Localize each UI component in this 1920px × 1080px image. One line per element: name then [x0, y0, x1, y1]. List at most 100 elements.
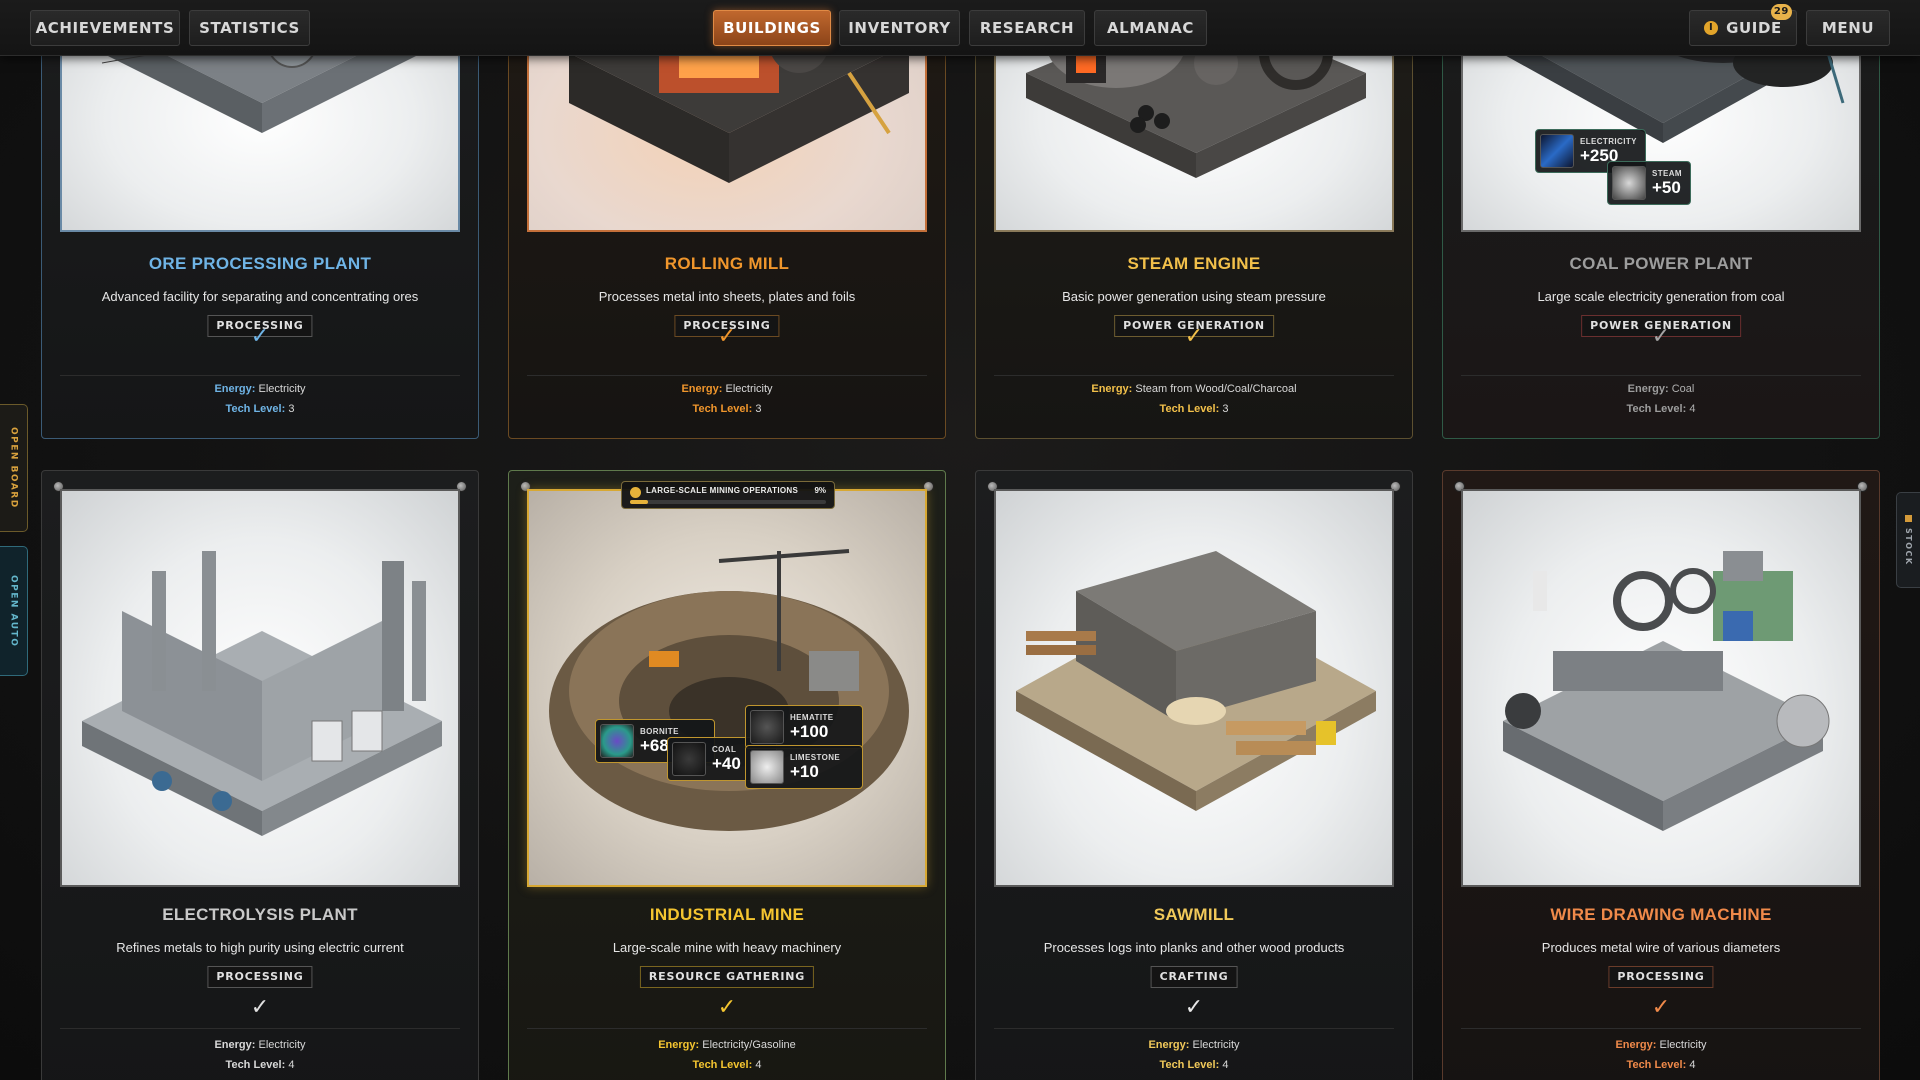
- building-card-steam-engine[interactable]: STEAM ENGINE Basic power generation usin…: [975, 0, 1413, 439]
- building-title: ROLLING MILL: [664, 254, 790, 273]
- guide-button[interactable]: i GUIDE 29: [1689, 4, 1797, 46]
- tech-level-info: Tech Level: 4: [1626, 1059, 1696, 1071]
- info-icon: i: [1704, 21, 1719, 35]
- energy-info: Energy: Coal: [1627, 383, 1695, 395]
- achievements-button[interactable]: ACHIEVEMENTS: [30, 10, 180, 46]
- resource-label: COAL: [712, 744, 737, 754]
- divider: [994, 1028, 1394, 1029]
- divider: [1461, 1028, 1861, 1029]
- building-card-electrolysis-plant[interactable]: ELECTROLYSIS PLANT Refines metals to hig…: [41, 470, 479, 1080]
- hematite-icon: [750, 710, 784, 744]
- building-title: ORE PROCESSING PLANT: [148, 254, 372, 273]
- statistics-button[interactable]: STATISTICS: [189, 10, 310, 46]
- tech-level-info: Tech Level: 3: [692, 403, 762, 415]
- building-card-sawmill[interactable]: SAWMILL Processes logs into planks and o…: [975, 470, 1413, 1080]
- progress-label: LARGE-SCALE MINING OPERATIONS: [646, 486, 799, 495]
- tech-level-info: Tech Level: 4: [225, 1059, 295, 1071]
- building-title: WIRE DRAWING MACHINE: [1550, 905, 1772, 924]
- stock-tab[interactable]: STOCK: [1896, 492, 1920, 588]
- menu-button[interactable]: MENU: [1806, 10, 1890, 46]
- resource-label: BORNITE: [640, 726, 679, 736]
- stock-label: STOCK: [1904, 527, 1913, 566]
- tab-almanac[interactable]: ALMANAC: [1094, 10, 1207, 46]
- progress-fill: [630, 500, 648, 504]
- building-description: Produces metal wire of various diameters: [1541, 940, 1781, 955]
- tech-level-info: Tech Level: 4: [1626, 403, 1696, 415]
- resource-value: +10: [790, 761, 819, 781]
- resource-label: HEMATITE: [790, 712, 834, 722]
- building-image: LARGE-SCALE MINING OPERATIONS 9% BORNITE…: [527, 481, 927, 887]
- open-board-tab[interactable]: OPEN BOARD: [0, 404, 28, 532]
- steam-icon: [1612, 166, 1646, 200]
- building-card-ore-processing-plant[interactable]: ORE PROCESSING PLANT Advanced facility f…: [41, 0, 479, 439]
- building-card-rolling-mill[interactable]: ROLLING MILL Processes metal into sheets…: [508, 0, 946, 439]
- resource-label: LIMESTONE: [790, 752, 841, 762]
- energy-info: Energy: Electricity: [681, 383, 773, 395]
- progress-percent: 9%: [814, 486, 826, 495]
- energy-info: Energy: Electricity: [1615, 1039, 1707, 1051]
- divider: [60, 1028, 460, 1029]
- open-board-label: OPEN BOARD: [8, 427, 19, 509]
- category-tag: CRAFTING: [1150, 966, 1238, 988]
- tab-inventory[interactable]: INVENTORY: [839, 10, 960, 46]
- tech-level-info: Tech Level: 4: [1159, 1059, 1229, 1071]
- guide-label: GUIDE: [1726, 19, 1782, 37]
- resource-output-hematite: HEMATITE +100: [745, 705, 863, 749]
- unlocked-check-icon: ✓: [717, 323, 737, 348]
- resource-value: +50: [1652, 177, 1681, 197]
- electricity-icon: [1540, 134, 1574, 168]
- resource-label: STEAM: [1652, 168, 1682, 178]
- building-title: COAL POWER PLANT: [1569, 254, 1753, 273]
- bornite-icon: [600, 724, 634, 758]
- energy-info: Energy: Electricity: [214, 383, 306, 395]
- unlocked-check-icon: ✓: [250, 994, 270, 1019]
- category-tag: PROCESSING: [1608, 966, 1714, 988]
- energy-info: Energy: Steam from Wood/Coal/Charcoal: [1091, 383, 1297, 395]
- resource-value: +100: [790, 721, 829, 741]
- limestone-icon: [750, 750, 784, 784]
- top-bar: ACHIEVEMENTS STATISTICS BUILDINGS INVENT…: [0, 0, 1920, 56]
- building-description: Large-scale mine with heavy machinery: [612, 940, 842, 955]
- divider: [1461, 375, 1861, 376]
- building-image: [994, 489, 1394, 887]
- building-description: Large scale electricity generation from …: [1537, 289, 1785, 304]
- building-title: ELECTROLYSIS PLANT: [162, 905, 358, 924]
- building-image: [1461, 489, 1861, 887]
- building-card-coal-power-plant[interactable]: ELECTRICITY +250 STEAM +50 COAL POWER PL…: [1442, 0, 1880, 439]
- progress-track: [630, 500, 826, 504]
- guide-notification-badge: 29: [1770, 4, 1792, 20]
- building-description: Basic power generation using steam press…: [1062, 289, 1326, 304]
- resource-value: +40: [712, 753, 741, 773]
- building-image: [60, 489, 460, 887]
- mine-progress-indicator: LARGE-SCALE MINING OPERATIONS 9%: [621, 481, 835, 509]
- coin-icon: [630, 487, 641, 498]
- building-title: INDUSTRIAL MINE: [649, 905, 805, 924]
- coal-icon: [672, 742, 706, 776]
- resource-label: ELECTRICITY: [1580, 136, 1637, 146]
- open-auto-tab[interactable]: OPEN AUTO: [0, 546, 28, 676]
- tab-buildings[interactable]: BUILDINGS: [713, 10, 831, 46]
- building-description: Processes logs into planks and other woo…: [1043, 940, 1345, 955]
- divider: [527, 375, 927, 376]
- energy-info: Energy: Electricity/Gasoline: [658, 1039, 796, 1051]
- tab-research[interactable]: RESEARCH: [969, 10, 1085, 46]
- stock-icon: [1905, 514, 1912, 522]
- unlocked-check-icon: ✓: [1651, 323, 1671, 348]
- building-card-wire-drawing-machine[interactable]: WIRE DRAWING MACHINE Produces metal wire…: [1442, 470, 1880, 1080]
- tech-level-info: Tech Level: 3: [1159, 403, 1229, 415]
- building-title: STEAM ENGINE: [1127, 254, 1261, 273]
- unlocked-check-icon: ✓: [1184, 994, 1204, 1019]
- category-tag: RESOURCE GATHERING: [639, 966, 815, 988]
- energy-info: Energy: Electricity: [1148, 1039, 1240, 1051]
- building-card-industrial-mine[interactable]: LARGE-SCALE MINING OPERATIONS 9% BORNITE…: [508, 470, 946, 1080]
- resource-output-steam: STEAM +50: [1607, 161, 1691, 205]
- tech-level-info: Tech Level: 4: [692, 1059, 762, 1071]
- unlocked-check-icon: ✓: [717, 994, 737, 1019]
- unlocked-check-icon: ✓: [1651, 994, 1671, 1019]
- divider: [60, 375, 460, 376]
- building-title: SAWMILL: [1153, 905, 1235, 924]
- building-description: Processes metal into sheets, plates and …: [598, 289, 856, 304]
- open-auto-label: OPEN AUTO: [8, 574, 19, 648]
- category-tag: PROCESSING: [207, 966, 313, 988]
- tech-level-info: Tech Level: 3: [225, 403, 295, 415]
